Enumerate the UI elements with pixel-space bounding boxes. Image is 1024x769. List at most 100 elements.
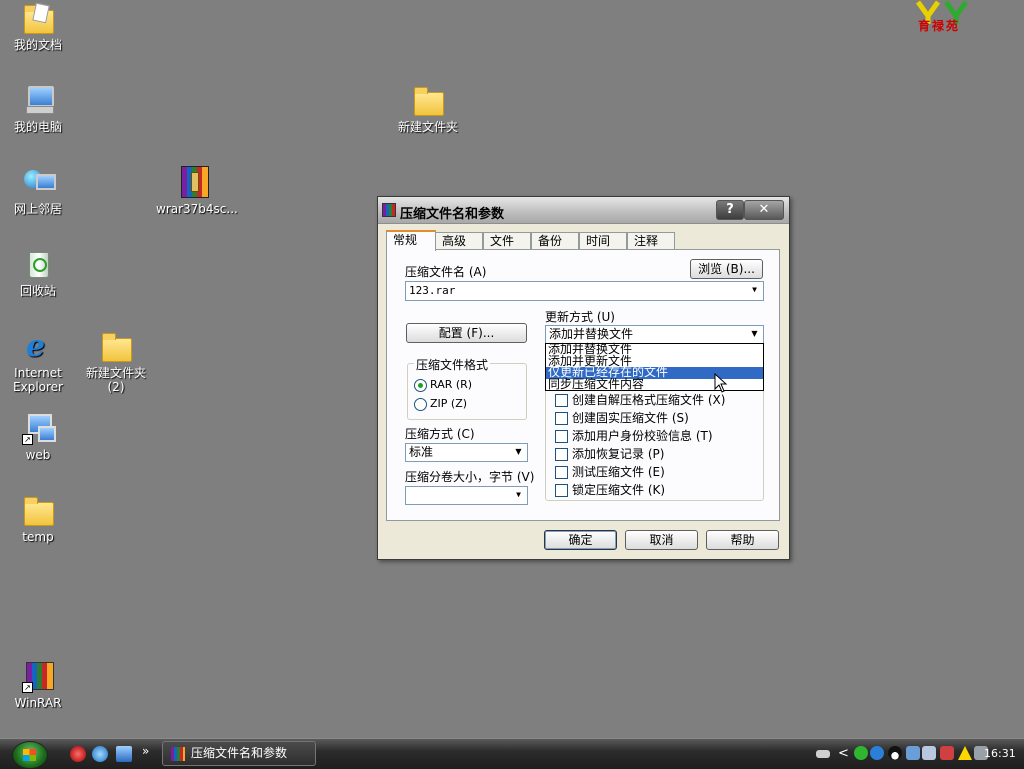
green-app-tray-icon[interactable] — [854, 746, 868, 760]
taskbar: » 压缩文件名和参数 < 16:31 — [0, 738, 1024, 769]
quicklaunch-more-button[interactable]: » — [142, 744, 149, 758]
browse-button[interactable]: 浏览 (B)... — [690, 259, 763, 279]
desktop-icon-web[interactable]: ↗ web — [0, 412, 76, 462]
option-sfx-checkbox[interactable]: 创建自解压格式压缩文件 (X) — [555, 391, 725, 408]
desktop-icon-temp[interactable]: temp — [0, 494, 76, 544]
help-title-button[interactable]: ? — [716, 200, 744, 220]
qq-penguin-icon[interactable] — [888, 746, 902, 760]
desktop-icon-label: Internet Explorer — [13, 366, 63, 394]
desktop-icon-my-computer[interactable]: 我的电脑 — [0, 84, 76, 134]
ie-tray-icon[interactable] — [870, 746, 884, 760]
desktop-icon-new-folder[interactable]: 新建文件夹 — [390, 84, 466, 134]
option-recovery-label: 添加恢复记录 (P) — [572, 447, 665, 461]
option-lock-label: 锁定压缩文件 (K) — [572, 483, 666, 497]
network-places-icon — [22, 166, 56, 198]
checkbox-unchecked-icon — [555, 412, 568, 425]
internet-explorer-quicklaunch-icon[interactable] — [92, 746, 108, 762]
desktop-icon-winrar[interactable]: ↗ WinRAR — [0, 660, 76, 710]
option-authenticity-checkbox[interactable]: 添加用户身份校验信息 (T) — [555, 427, 713, 444]
option-solid-label: 创建固实压缩文件 (S) — [572, 411, 689, 425]
option-test-checkbox[interactable]: 测试压缩文件 (E) — [555, 463, 665, 480]
tab-backup[interactable]: 备份 — [531, 232, 579, 249]
chevron-down-icon[interactable]: ▼ — [747, 327, 762, 341]
security-tray-icon[interactable] — [940, 746, 954, 760]
desktop-icon-label: temp — [22, 530, 54, 544]
archiving-options-group: 创建自解压格式压缩文件 (X) 创建固实压缩文件 (S) 添加用户身份校验信息 … — [545, 386, 764, 501]
tab-comment[interactable]: 注释 — [627, 232, 675, 249]
brand-logo: 育禄苑 — [912, 0, 982, 34]
profiles-button[interactable]: 配置 (F)... — [406, 323, 527, 343]
archive-name-label: 压缩文件名 (A) — [405, 265, 487, 279]
format-rar-label: RAR (R) — [430, 378, 473, 391]
general-tab-panel: 压缩文件名 (A) 浏览 (B)... 123.rar ▼ 配置 (F)... … — [386, 249, 780, 521]
update-mode-dropdown-list: 添加并替换文件 添加并更新文件 仅更新已经存在的文件 同步压缩文件内容 — [545, 343, 764, 391]
desktop-icon-recycle-bin[interactable]: 回收站 — [0, 248, 76, 298]
cancel-button[interactable]: 取消 — [625, 530, 698, 550]
volume-size-input[interactable]: ▼ — [405, 486, 528, 505]
desktop-icon-label: WinRAR — [14, 696, 62, 710]
network-tray-icon[interactable] — [906, 746, 920, 760]
chevron-down-icon[interactable]: ▼ — [747, 283, 762, 297]
compression-method-select[interactable]: 标准 ▼ — [405, 443, 528, 462]
checkbox-unchecked-icon — [555, 484, 568, 497]
desktop-icon-label: 回收站 — [19, 284, 56, 298]
checkbox-unchecked-icon — [555, 430, 568, 443]
windows-logo-icon — [23, 749, 36, 761]
media-player-icon[interactable] — [70, 746, 86, 762]
dialog-titlebar[interactable]: 压缩文件名和参数 ? ✕ — [378, 197, 789, 224]
taskbar-item-archive-dialog[interactable]: 压缩文件名和参数 — [162, 741, 316, 766]
format-zip-label: ZIP (Z) — [430, 397, 468, 410]
desktop-icon-wrar-installer[interactable]: wrar37b4sc... — [156, 166, 238, 216]
checkbox-unchecked-icon — [555, 466, 568, 479]
my-documents-icon — [22, 2, 54, 34]
alert-tray-icon[interactable] — [958, 746, 972, 760]
start-button[interactable] — [12, 741, 48, 769]
radio-selected-icon — [414, 378, 427, 392]
desktop-icon-network[interactable]: 网上邻居 — [0, 166, 76, 216]
winrar-title-icon — [382, 203, 396, 217]
desktop-icon-label: web — [25, 448, 51, 462]
my-computer-icon — [22, 84, 54, 116]
desktop-icon-new-folder-2[interactable]: 新建文件夹 (2) — [78, 330, 154, 394]
option-lock-checkbox[interactable]: 锁定压缩文件 (K) — [555, 481, 665, 498]
show-desktop-icon[interactable] — [116, 746, 132, 762]
ok-button[interactable]: 确定 — [544, 530, 617, 550]
tray-collapse-button[interactable]: < — [838, 746, 849, 761]
desktop-icon-label: 我的文档 — [13, 38, 62, 52]
tab-advanced[interactable]: 高级 — [435, 232, 483, 249]
compression-method-value: 标准 — [409, 445, 434, 459]
compression-method-label: 压缩方式 (C) — [405, 427, 475, 441]
update-mode-option-sync[interactable]: 同步压缩文件内容 — [546, 378, 763, 391]
option-recovery-checkbox[interactable]: 添加恢复记录 (P) — [555, 445, 664, 462]
winrar-archive-icon — [178, 166, 210, 198]
chevron-down-icon[interactable]: ▼ — [511, 445, 526, 459]
folder-icon — [22, 494, 54, 526]
option-test-label: 测试压缩文件 (E) — [572, 465, 665, 479]
archive-name-input[interactable]: 123.rar ▼ — [405, 281, 764, 301]
update-mode-label: 更新方式 (U) — [545, 310, 615, 324]
tab-general[interactable]: 常规 — [386, 230, 436, 251]
checkbox-unchecked-icon — [555, 394, 568, 407]
web-shortcut-icon: ↗ — [22, 412, 56, 445]
help-button[interactable]: 帮助 — [706, 530, 779, 550]
taskbar-item-label: 压缩文件名和参数 — [191, 746, 288, 760]
tab-files[interactable]: 文件 — [483, 232, 531, 249]
mouse-cursor-icon — [714, 373, 728, 393]
dialog-title: 压缩文件名和参数 — [400, 207, 505, 222]
close-button[interactable]: ✕ — [744, 200, 784, 220]
option-sfx-label: 创建自解压格式压缩文件 (X) — [572, 393, 726, 407]
format-zip-radio[interactable]: ZIP (Z) — [414, 397, 467, 411]
archive-options-dialog: 压缩文件名和参数 ? ✕ 常规 高级 文件 备份 时间 注释 压缩文件名 (A)… — [377, 196, 790, 560]
folder-icon — [100, 330, 132, 362]
desktop-icon-label: wrar37b4sc... — [156, 202, 238, 216]
desktop-icon-my-documents[interactable]: 我的文档 — [0, 2, 76, 52]
tab-time[interactable]: 时间 — [579, 232, 627, 249]
format-rar-radio[interactable]: RAR (R) — [414, 378, 472, 392]
desktop-icon-internet-explorer[interactable]: e Internet Explorer — [0, 330, 76, 395]
update-mode-value: 添加并替换文件 — [549, 327, 634, 341]
option-solid-checkbox[interactable]: 创建固实压缩文件 (S) — [555, 409, 689, 426]
display-tray-icon[interactable] — [922, 746, 936, 760]
logo-text: 育禄苑 — [918, 19, 961, 33]
chevron-down-icon[interactable]: ▼ — [511, 488, 526, 502]
keyboard-icon[interactable] — [816, 750, 830, 758]
